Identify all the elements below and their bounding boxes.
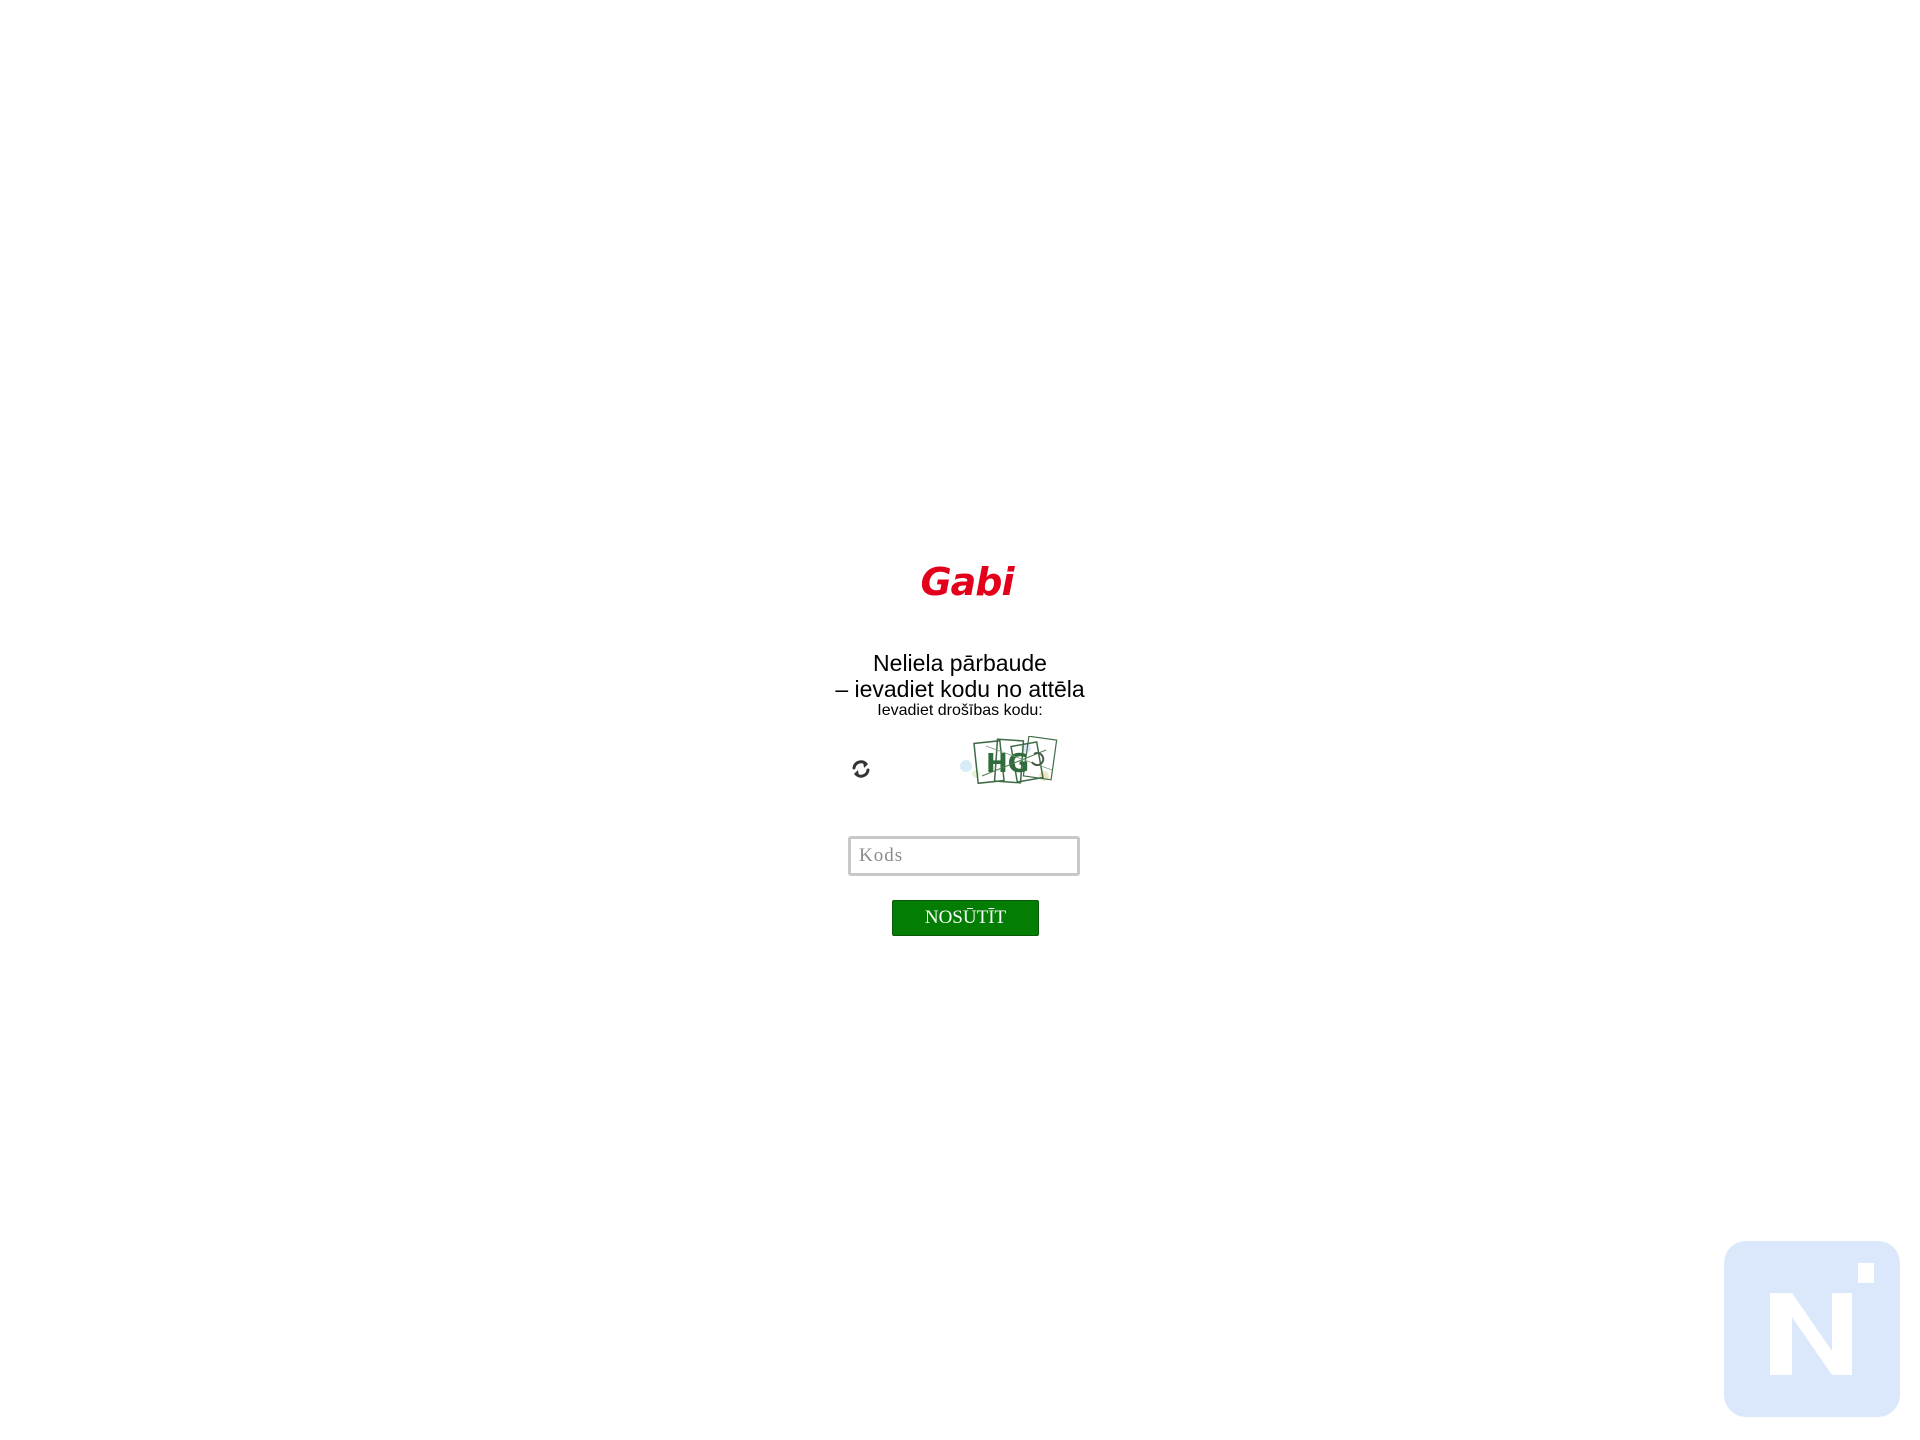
n-logo-icon	[1770, 1263, 1874, 1375]
captcha-page: Gabi Neliela pārbaude – ievadiet kodu no…	[0, 0, 1920, 1440]
refresh-icon[interactable]	[848, 756, 874, 782]
captcha-row: HG	[848, 736, 1062, 796]
page-title: Neliela pārbaude – ievadiet kodu no attē…	[0, 650, 1920, 702]
corner-badge	[1724, 1241, 1900, 1417]
submit-button[interactable]: NOSŪTĪT	[892, 900, 1039, 936]
gabi-logo[interactable]: Gabi	[920, 560, 1014, 604]
code-input[interactable]	[848, 836, 1080, 876]
title-line-1: Neliela pārbaude	[873, 650, 1047, 676]
title-line-2: – ievadiet kodu no attēla	[835, 676, 1085, 702]
security-code-prompt: Ievadiet drošības kodu:	[877, 702, 1043, 719]
captcha-image: HG	[956, 736, 1062, 788]
